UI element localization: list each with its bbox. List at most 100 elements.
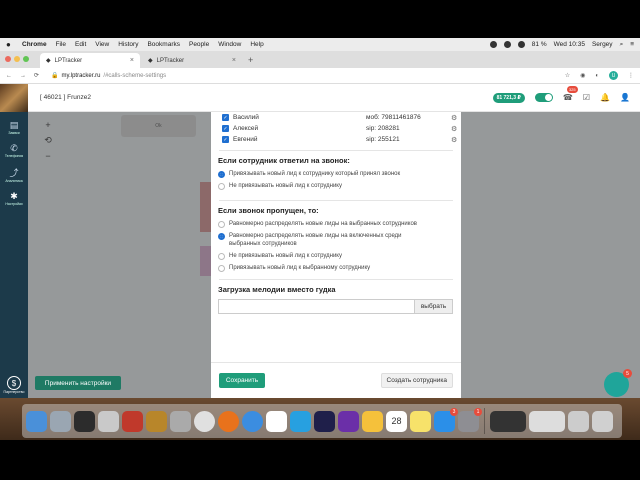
sidebar-item-settings[interactable]: ✱ Настройки xyxy=(0,191,28,206)
radio-unselected[interactable] xyxy=(218,252,225,260)
sidebar-item-analytics[interactable]: ⤴ Аналитика xyxy=(0,166,28,183)
calendar-icon[interactable]: 28 xyxy=(386,410,407,432)
save-button[interactable]: Сохранить xyxy=(219,373,265,388)
employee-phone: моб: 79811461876 xyxy=(366,114,421,121)
mission-control-icon[interactable] xyxy=(74,410,95,432)
minimize-window-icon[interactable] xyxy=(14,56,20,62)
account-selector[interactable]: [ 46021 ] Frunze2 xyxy=(40,94,91,101)
apply-settings-button[interactable]: Применить настройки xyxy=(35,376,121,390)
downloads-icon[interactable] xyxy=(568,410,589,432)
menu-edit[interactable]: Edit xyxy=(75,41,86,48)
filezilla-icon[interactable] xyxy=(122,410,143,432)
gear-icon[interactable]: ⚙ xyxy=(451,114,457,122)
melody-file-input[interactable] xyxy=(218,299,414,314)
extension-icon-2[interactable]: ◐ xyxy=(595,73,599,79)
sidebar-item-label: Телефония xyxy=(4,154,24,158)
stocks-icon[interactable] xyxy=(362,410,383,432)
answered-option[interactable]: Не привязывать новый лид к сотруднику xyxy=(211,182,461,190)
radio-selected[interactable] xyxy=(218,170,225,178)
close-window-icon[interactable] xyxy=(5,56,11,62)
tasks-check-icon[interactable]: ☑ xyxy=(583,93,590,102)
chrome-menu-icon[interactable]: ⋮ xyxy=(628,72,634,79)
menubar-user[interactable]: Sergey xyxy=(592,41,613,48)
forward-icon[interactable]: → xyxy=(20,73,26,79)
wifi-icon[interactable] xyxy=(517,41,525,48)
bell-icon[interactable]: 🔔 xyxy=(600,93,610,102)
missed-option[interactable]: Равномерно распределять новые лиды на вк… xyxy=(211,232,461,248)
status-toggle[interactable] xyxy=(534,93,553,102)
phone-icon[interactable]: ☎ 325 xyxy=(563,86,578,102)
minimized-window-icon[interactable] xyxy=(490,410,526,432)
chrome-icon[interactable] xyxy=(194,410,215,432)
app-icon[interactable] xyxy=(170,410,191,432)
skype-icon[interactable] xyxy=(290,410,311,432)
close-tab-icon[interactable]: × xyxy=(232,57,236,64)
create-employee-button[interactable]: Создать сотрудника xyxy=(380,373,453,388)
photoshop-icon[interactable] xyxy=(314,410,335,432)
sidebar-item-telephony[interactable]: ✆ Телефония xyxy=(0,143,28,158)
employee-checkbox[interactable]: ✓ xyxy=(222,136,229,143)
bluetooth-icon[interactable] xyxy=(503,41,511,48)
menu-bookmarks[interactable]: Bookmarks xyxy=(147,41,180,48)
battery-percent[interactable]: 81 % xyxy=(532,41,547,48)
menu-file[interactable]: File xyxy=(56,41,66,48)
missed-option[interactable]: Привязывать новый лид к выбранному сотру… xyxy=(211,264,461,272)
system-preferences-icon[interactable]: 1 xyxy=(458,407,482,432)
launchpad-icon[interactable] xyxy=(50,410,71,432)
search-icon[interactable]: ⌕ xyxy=(620,41,624,49)
gear-icon[interactable]: ⚙ xyxy=(451,136,457,144)
utility-icon[interactable] xyxy=(98,410,119,432)
back-icon[interactable]: ← xyxy=(6,73,12,79)
tab-lptracker-2[interactable]: ◆ LPTracker × xyxy=(142,53,242,68)
gear-icon[interactable]: ⚙ xyxy=(451,125,457,133)
tab-lptracker-1[interactable]: ◆ LPTracker × xyxy=(40,53,140,68)
minimized-window-icon[interactable] xyxy=(529,410,565,432)
firefox-icon[interactable] xyxy=(218,410,239,432)
menu-help[interactable]: Help xyxy=(250,41,263,48)
menu-app-name[interactable]: Chrome xyxy=(22,41,47,48)
dock-separator xyxy=(484,408,485,434)
menu-view[interactable]: View xyxy=(95,41,109,48)
radio-selected[interactable] xyxy=(218,232,225,240)
menu-history[interactable]: History xyxy=(118,41,138,48)
reload-icon[interactable]: ⟳ xyxy=(34,72,39,79)
slack-icon[interactable] xyxy=(266,410,287,432)
sidebar-item-partnership[interactable]: $ Партнерство xyxy=(0,376,28,394)
employee-checkbox[interactable]: ✓ xyxy=(222,114,229,121)
close-tab-icon[interactable]: × xyxy=(130,57,134,64)
menubar-clock[interactable]: Wed 10:35 xyxy=(554,41,585,48)
profile-avatar[interactable]: U xyxy=(609,71,618,80)
screen-letterbox-top xyxy=(0,0,640,38)
sublime-text-icon[interactable] xyxy=(146,410,167,432)
radio-unselected[interactable] xyxy=(218,264,225,272)
user-icon[interactable]: 👤 xyxy=(620,93,630,102)
missed-option[interactable]: Не привязывать новый лид к сотруднику xyxy=(211,252,461,260)
status-icon[interactable] xyxy=(489,41,497,48)
star-icon[interactable]: ☆ xyxy=(565,72,570,79)
podcast-icon[interactable] xyxy=(338,410,359,432)
apple-menu-icon[interactable]: ● xyxy=(6,40,14,49)
divider xyxy=(219,150,453,151)
zoom-window-icon[interactable] xyxy=(23,56,29,62)
trash-icon[interactable] xyxy=(592,410,613,432)
account-avatar[interactable] xyxy=(0,83,28,112)
finder-icon[interactable] xyxy=(26,410,47,432)
menu-list-icon[interactable]: ≡ xyxy=(630,41,634,48)
menu-window[interactable]: Window xyxy=(218,41,241,48)
employee-row: ✓ Алексей sip: 208281 ⚙ xyxy=(211,123,461,134)
radio-unselected[interactable] xyxy=(218,220,225,228)
sidebar-item-leads[interactable]: ▤ Заявки xyxy=(0,120,28,135)
radio-unselected[interactable] xyxy=(218,182,225,190)
balance-badge[interactable]: 81 721,3 ₽ xyxy=(492,92,525,103)
missed-option[interactable]: Равномерно распределять новые лиды на вы… xyxy=(211,220,461,228)
menu-people[interactable]: People xyxy=(189,41,209,48)
app-store-icon[interactable]: 3 xyxy=(434,407,458,432)
answered-option[interactable]: Привязывать новый лид к сотруднику котор… xyxy=(211,170,461,178)
notes-icon[interactable] xyxy=(410,410,431,432)
employee-checkbox[interactable]: ✓ xyxy=(222,125,229,132)
extension-icon[interactable]: ◉ xyxy=(580,72,585,79)
choose-file-button[interactable]: выбрать xyxy=(414,299,453,314)
address-bar[interactable]: 🔒 my.lptracker.ru/#calls-scheme-settings xyxy=(51,72,166,80)
new-tab-icon[interactable]: + xyxy=(248,55,253,65)
safari-icon[interactable] xyxy=(242,410,263,432)
